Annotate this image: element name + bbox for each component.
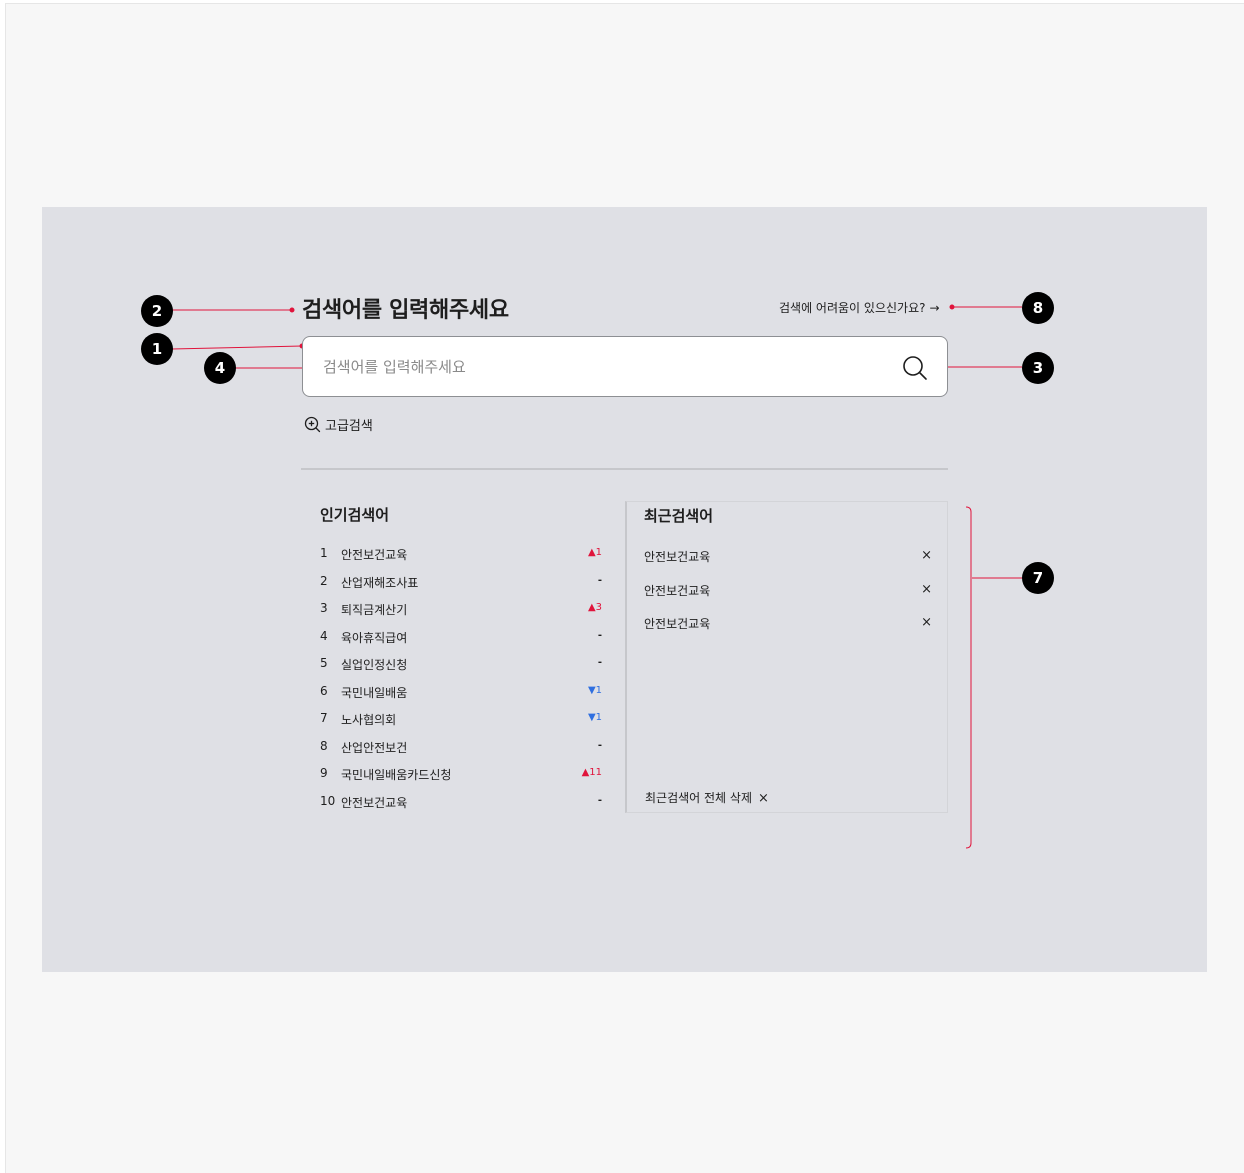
rank-number: 1: [320, 546, 328, 560]
popular-keyword-item: 10 안전보건교육 -: [320, 792, 610, 820]
annotation-marker-8: 8: [1022, 292, 1054, 324]
advanced-search-label: 고급검색: [325, 419, 373, 434]
close-icon: ×: [758, 791, 769, 806]
rank-change: ▲11: [581, 767, 602, 778]
popular-keyword-item: 2 산업재해조사표 -: [320, 572, 610, 600]
clear-all-label: 최근검색어 전체 삭제: [645, 791, 752, 805]
rank-number: 3: [320, 601, 328, 615]
popular-keyword-link[interactable]: 안전보건교육: [341, 546, 407, 563]
annotation-dot-2: [289, 307, 295, 313]
rank-number: 5: [320, 656, 328, 670]
popular-keyword-item: 5 실업인정신청 -: [320, 654, 610, 682]
close-icon[interactable]: ×: [921, 582, 932, 597]
popular-keyword-link[interactable]: 산업재해조사표: [341, 574, 418, 591]
search-input[interactable]: [323, 353, 883, 381]
annotation-marker-7: 7: [1022, 562, 1054, 594]
search-box: [302, 336, 948, 397]
popular-keyword-link[interactable]: 안전보건교육: [341, 794, 407, 811]
rank-change: ▲1: [587, 547, 602, 558]
rank-change: -: [597, 574, 602, 586]
popular-keyword-item: 4 육아휴직급여 -: [320, 627, 610, 655]
popular-keyword-item: 6 국민내일배움 ▼1: [320, 682, 610, 710]
rank-number: 9: [320, 766, 328, 780]
rank-change: -: [597, 629, 602, 641]
annotation-dot-8: [949, 304, 955, 310]
rank-change: ▼1: [587, 684, 602, 696]
recent-keyword-link[interactable]: 안전보건교육: [644, 615, 710, 632]
rank-change: -: [597, 739, 602, 751]
close-icon[interactable]: ×: [921, 615, 932, 630]
popular-keywords-title: 인기검색어: [320, 506, 390, 524]
recent-keyword-item: 안전보건교육 ×: [644, 548, 932, 582]
recent-keyword-link[interactable]: 안전보건교육: [644, 582, 710, 599]
rank-number: 7: [320, 711, 328, 725]
search-help-link[interactable]: 검색에 어려움이 있으신가요? →: [779, 299, 940, 316]
rank-number: 4: [320, 628, 328, 643]
recent-keyword-item: 안전보건교육 ×: [644, 582, 932, 616]
annotation-bracket-7: [965, 506, 972, 849]
popular-keyword-link[interactable]: 실업인정신청: [341, 656, 407, 673]
popular-keyword-item: 1 안전보건교육 ▲1: [320, 544, 610, 572]
search-help-label: 검색에 어려움이 있으신가요?: [779, 301, 926, 315]
popular-keyword-link[interactable]: 국민내일배움카드신청: [341, 766, 451, 783]
popular-keyword-list: 1 안전보건교육 ▲1 2 산업재해조사표 - 3 퇴직금계산기 ▲3 4 육아휴직급여 - 5…: [320, 544, 610, 819]
rank-change: ▲3: [587, 602, 602, 613]
advanced-search-button[interactable]: 고급검색: [304, 415, 373, 434]
popular-keyword-link[interactable]: 노사협의회: [341, 711, 396, 728]
popular-keyword-link[interactable]: 국민내일배움: [341, 684, 407, 701]
arrow-right-icon: →: [929, 301, 940, 315]
popular-keyword-link[interactable]: 산업안전보건: [341, 739, 407, 756]
annotation-marker-2: 2: [141, 295, 173, 327]
search-button[interactable]: [901, 354, 929, 382]
rank-change: -: [597, 794, 602, 806]
recent-keyword-item: 안전보건교육 ×: [644, 615, 932, 649]
popular-keyword-item: 8 산업안전보건 -: [320, 737, 610, 765]
zoom-plus-icon: [304, 416, 321, 433]
divider: [301, 468, 948, 470]
annotation-line-1: [171, 345, 303, 350]
recent-keywords-title: 최근검색어: [644, 507, 714, 525]
recent-keyword-link[interactable]: 안전보건교육: [644, 548, 710, 565]
popular-keyword-item: 7 노사협의회 ▼1: [320, 709, 610, 737]
popular-keyword-item: 9 국민내일배움카드신청 ▲11: [320, 764, 610, 792]
rank-number: 6: [320, 683, 328, 698]
popular-keyword-link[interactable]: 육아휴직급여: [341, 629, 407, 646]
rank-number: 2: [320, 573, 328, 588]
rank-number: 8: [320, 738, 328, 753]
popular-keywords: 인기검색어 1 안전보건교육 ▲1 2 산업재해조사표 - 3 퇴직금계산기 ▲3 4 육아휴…: [320, 504, 610, 810]
clear-all-recent-button[interactable]: 최근검색어 전체 삭제 ×: [645, 789, 769, 806]
page-title: 검색어를 입력해주세요: [302, 298, 509, 323]
popular-keyword-item: 3 퇴직금계산기 ▲3: [320, 599, 610, 627]
popular-keyword-link[interactable]: 퇴직금계산기: [341, 601, 407, 618]
search-icon: [903, 356, 927, 380]
rank-change: -: [597, 657, 602, 668]
annotation-marker-3: 3: [1022, 352, 1054, 384]
recent-keywords: 최근검색어 안전보건교육 × 안전보건교육 × 안전보건교육 × 최근검색어 전체 삭…: [625, 501, 948, 813]
close-icon[interactable]: ×: [921, 548, 932, 563]
recent-keyword-list: 안전보건교육 × 안전보건교육 × 안전보건교육 ×: [644, 548, 932, 649]
annotation-layer: [171, 304, 1022, 849]
annotation-marker-1: 1: [141, 333, 173, 365]
rank-change: ▼1: [587, 712, 602, 723]
annotation-marker-4: 4: [204, 352, 236, 384]
rank-number: 10: [320, 793, 336, 808]
